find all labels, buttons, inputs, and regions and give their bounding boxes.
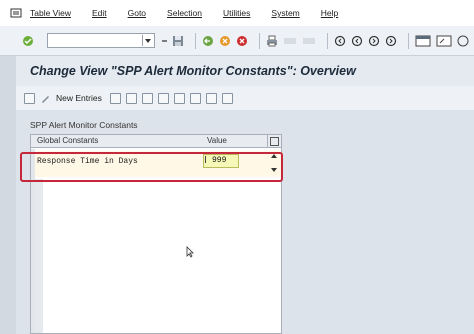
group-title: SPP Alert Monitor Constants <box>30 120 138 130</box>
menu-edit[interactable]: Edit <box>92 8 107 18</box>
toolbar-separator <box>408 32 410 49</box>
find-next-icon[interactable] <box>302 35 316 47</box>
toolbar-separator <box>259 32 261 49</box>
menu-icon[interactable] <box>10 7 22 19</box>
cancel-icon[interactable] <box>236 35 248 47</box>
pencil-icon[interactable] <box>40 93 51 104</box>
print-field-icon[interactable] <box>205 92 217 104</box>
select-block-icon[interactable] <box>173 92 185 104</box>
chevron-down-icon[interactable] <box>142 35 153 46</box>
content-area: SPP Alert Monitor Constants Global Const… <box>16 110 474 334</box>
menu-goto[interactable]: Goto <box>128 8 146 18</box>
last-page-icon[interactable] <box>385 35 397 47</box>
menu-table-view[interactable]: Table View <box>30 8 71 18</box>
column-header-global-constants[interactable]: Global Constants <box>37 136 98 145</box>
mouse-cursor-icon <box>186 246 194 258</box>
deselect-all-icon[interactable] <box>189 92 201 104</box>
empty-table-area <box>35 179 267 333</box>
standard-toolbar <box>0 26 474 56</box>
undo-change-icon[interactable] <box>141 92 153 104</box>
column-header-value[interactable]: Value <box>207 136 227 145</box>
shortcut-icon[interactable] <box>436 35 452 47</box>
find-icon[interactable] <box>283 35 297 47</box>
enter-icon[interactable] <box>22 35 34 47</box>
menu-bar: Table View Edit Goto Selection Utilities… <box>0 0 474 26</box>
next-page-icon[interactable] <box>368 35 380 47</box>
history-icon[interactable] <box>161 35 168 47</box>
title-bar: Change View "SPP Alert Monitor Constants… <box>16 56 474 86</box>
menu-selection[interactable]: Selection <box>167 8 202 18</box>
toolbar-separator <box>327 32 329 49</box>
bc-set-icon[interactable] <box>221 92 233 104</box>
highlight-outline <box>20 152 283 182</box>
exit-icon[interactable] <box>219 35 231 47</box>
menu-system[interactable]: System <box>271 8 299 18</box>
print-icon[interactable] <box>266 35 278 47</box>
new-session-icon[interactable] <box>415 35 431 47</box>
delete-icon[interactable] <box>125 92 137 104</box>
table-settings-icon[interactable] <box>267 135 280 148</box>
save-icon[interactable] <box>172 35 184 47</box>
table-header: Global Constants Value <box>31 135 281 148</box>
first-page-icon[interactable] <box>334 35 346 47</box>
back-icon[interactable] <box>202 35 214 47</box>
menu-help[interactable]: Help <box>321 8 338 18</box>
previous-page-icon[interactable] <box>351 35 363 47</box>
application-toolbar: New Entries <box>16 86 474 110</box>
copy-as-icon[interactable] <box>109 92 121 104</box>
new-entries-button[interactable]: New Entries <box>56 93 102 103</box>
left-strip <box>0 56 16 334</box>
page-title: Change View "SPP Alert Monitor Constants… <box>30 64 356 78</box>
help-icon[interactable] <box>457 35 469 47</box>
change-display-icon[interactable] <box>24 92 35 104</box>
select-all-icon[interactable] <box>157 92 169 104</box>
command-field[interactable] <box>47 33 156 48</box>
menu-utilities[interactable]: Utilities <box>223 8 250 18</box>
toolbar-separator <box>195 32 197 49</box>
